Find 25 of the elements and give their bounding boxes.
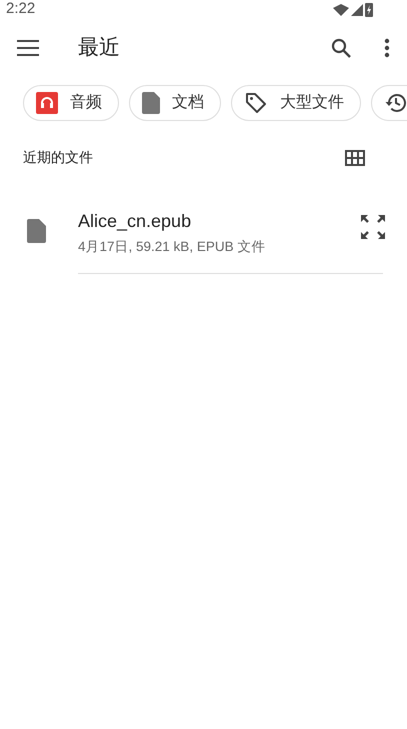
battery-icon: [365, 2, 373, 16]
status-time: 2:22: [6, 0, 36, 20]
signal-icon: [351, 4, 363, 16]
file-icon: [26, 219, 46, 243]
menu-icon: [17, 40, 39, 56]
file-name: Alice_cn.epub: [78, 210, 192, 233]
more-icon: [384, 38, 390, 58]
file-row[interactable]: Alice_cn.epub 4月17日, 59.21 kB, EPUB 文件: [0, 208, 407, 274]
search-button[interactable]: [329, 36, 353, 60]
tag-icon: [244, 91, 268, 115]
grid-view-button[interactable]: [345, 150, 365, 166]
file-details: 4月17日, 59.21 kB, EPUB 文件: [78, 238, 266, 256]
headphones-icon: [36, 92, 58, 114]
search-icon: [331, 38, 351, 58]
grid-icon: [345, 150, 365, 166]
history-icon: [384, 91, 407, 115]
filter-chip[interactable]: 文档: [129, 85, 221, 121]
filter-chip[interactable]: 大型文件: [231, 85, 361, 121]
app-title: 最近: [78, 35, 121, 62]
more-button[interactable]: [383, 36, 391, 60]
expand-icon: [359, 213, 387, 241]
filter-chip[interactable]: 音频: [23, 85, 119, 121]
wifi-icon: [333, 4, 349, 16]
section-title: 近期的文件: [23, 148, 93, 167]
document-icon: [142, 92, 160, 114]
